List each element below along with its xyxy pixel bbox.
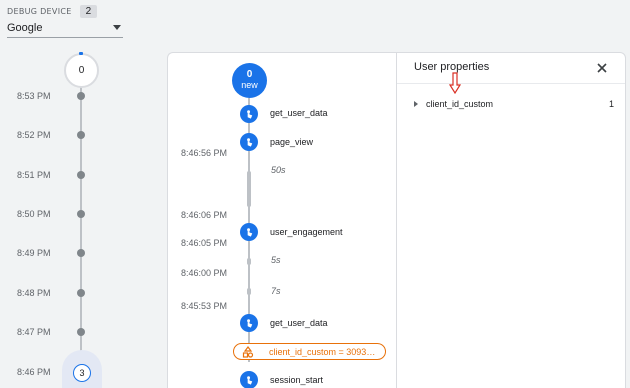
event-user-engagement[interactable]: user_engagement — [270, 227, 343, 237]
event-time: 8:46:06 PM — [181, 210, 228, 220]
minute-time: 8:47 PM — [17, 327, 51, 337]
red-arrow-annotation — [449, 72, 461, 94]
event-stream-panel: 0 new get_user_data page_view 8:46:56 PM… — [167, 52, 397, 388]
minute-dot[interactable] — [77, 328, 85, 336]
event-page-view[interactable]: page_view — [270, 137, 313, 147]
stream-gap-bar — [247, 288, 251, 295]
minute-dot[interactable] — [77, 289, 85, 297]
minute-time: 8:49 PM — [17, 248, 51, 258]
minute-dot[interactable] — [77, 131, 85, 139]
minute-dot[interactable] — [77, 171, 85, 179]
new-events-count: 0 — [246, 69, 253, 80]
minute-time: 8:50 PM — [17, 209, 51, 219]
time-gap-label: 7s — [271, 286, 281, 296]
minutes-top-count[interactable]: 0 — [64, 53, 99, 88]
minutes-stream: 0 8:53 PM 8:52 PM 8:51 PM 8:50 PM 8:49 P… — [0, 0, 165, 388]
event-touch-icon[interactable] — [240, 223, 258, 241]
minute-time: 8:46 PM — [17, 367, 51, 377]
minute-time: 8:51 PM — [17, 170, 51, 180]
time-gap-label: 5s — [271, 255, 281, 265]
time-gap-label: 50s — [271, 165, 286, 175]
minute-dot[interactable] — [77, 92, 85, 100]
event-time: 8:45:53 PM — [181, 301, 228, 311]
event-touch-icon[interactable] — [240, 314, 258, 332]
event-touch-icon[interactable] — [240, 371, 258, 388]
new-events-badge[interactable]: 0 new — [232, 63, 267, 98]
user-property-value: 1 — [608, 99, 614, 109]
user-property-chip-label: client_id_custom = 3093… — [269, 346, 376, 357]
user-property-chip[interactable]: client_id_custom = 3093… — [233, 343, 386, 360]
user-properties-panel: User properties client_id_custom 1 — [396, 52, 626, 388]
minute-time: 8:52 PM — [17, 130, 51, 140]
event-time: 8:46:05 PM — [181, 238, 228, 248]
minute-time: 8:53 PM — [17, 91, 51, 101]
event-touch-icon[interactable] — [240, 105, 258, 123]
event-get-user-data[interactable]: get_user_data — [270, 318, 328, 328]
close-icon[interactable] — [595, 61, 609, 75]
stream-gap-bar — [247, 171, 251, 207]
loading-arc-icon — [79, 52, 83, 55]
selected-minute-count[interactable]: 3 — [73, 364, 91, 382]
event-get-user-data[interactable]: get_user_data — [270, 108, 328, 118]
minute-dot[interactable] — [77, 210, 85, 218]
user-property-row[interactable]: client_id_custom 1 — [414, 97, 614, 111]
event-touch-icon[interactable] — [240, 133, 258, 151]
panel-divider — [397, 83, 625, 84]
stream-gap-bar — [247, 258, 251, 265]
property-shapes-icon — [242, 345, 256, 358]
new-events-label: new — [241, 80, 258, 90]
event-session-start[interactable]: session_start — [270, 375, 323, 385]
minute-dot[interactable] — [77, 249, 85, 257]
event-time: 8:46:56 PM — [181, 148, 228, 158]
user-property-name: client_id_custom — [426, 99, 494, 109]
minute-time: 8:48 PM — [17, 288, 51, 298]
minutes-timeline-line — [80, 84, 82, 384]
event-time: 8:46:00 PM — [181, 268, 228, 278]
expand-triangle-icon[interactable] — [414, 101, 418, 107]
